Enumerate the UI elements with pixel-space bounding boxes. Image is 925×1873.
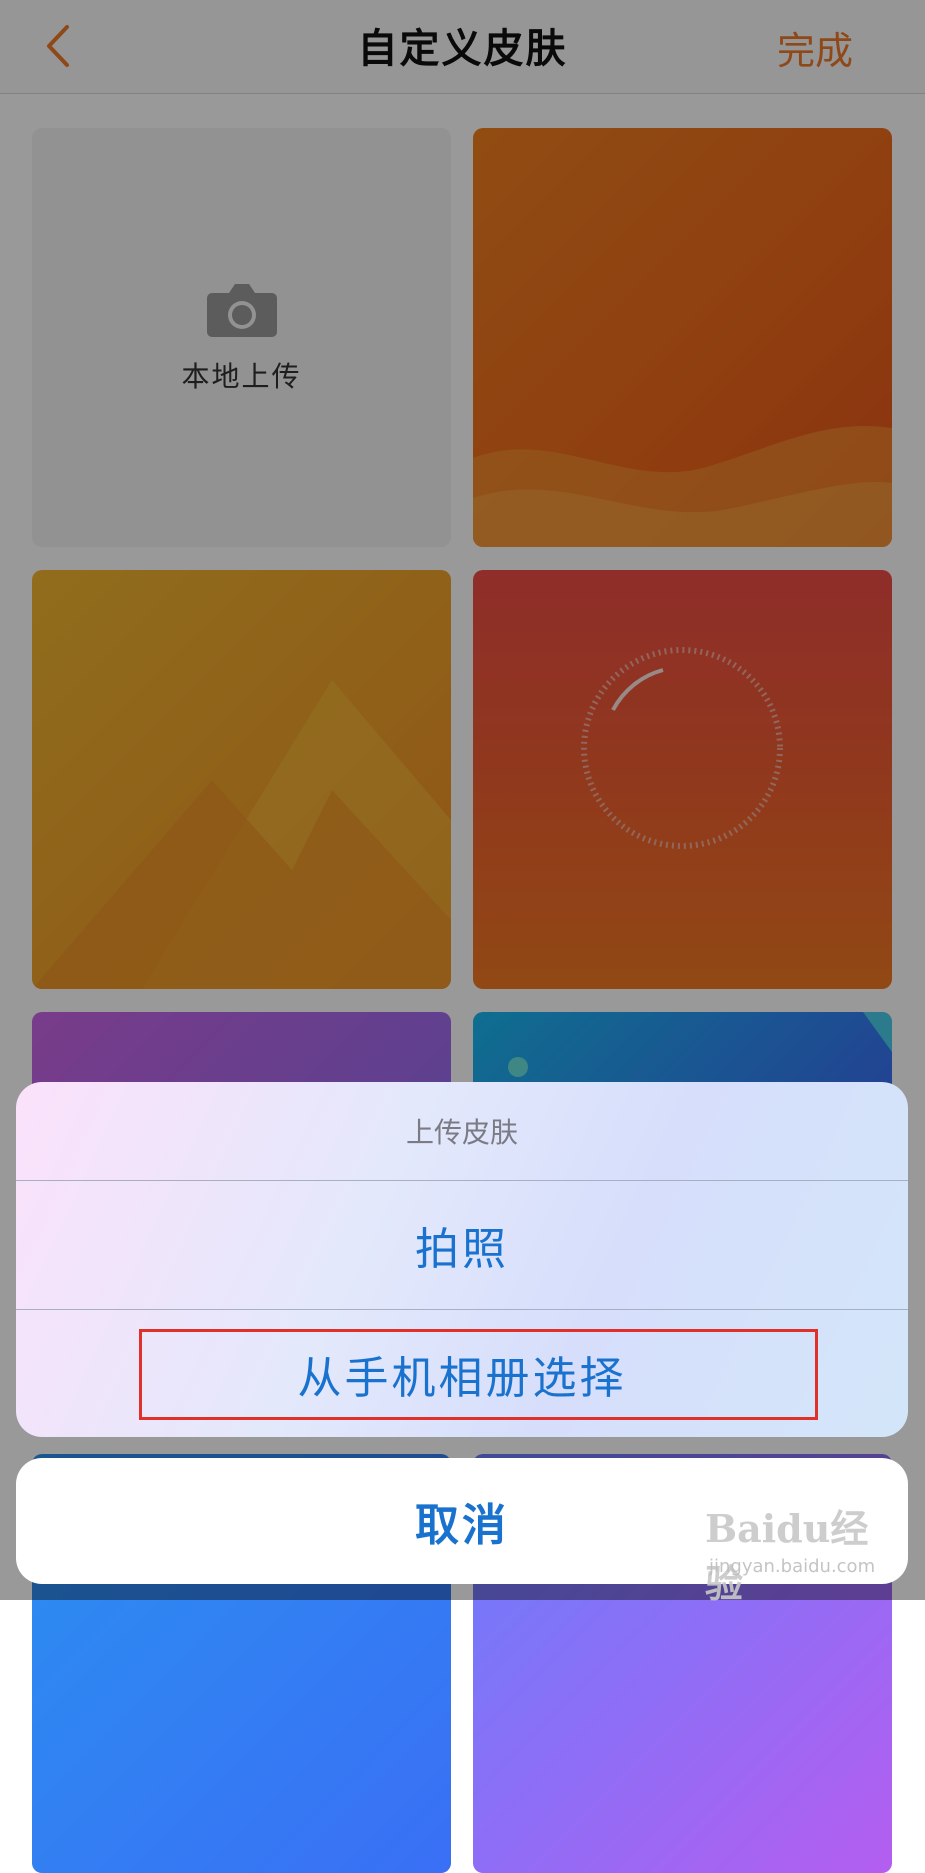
action-sheet-title: 上传皮肤 (16, 1082, 908, 1181)
cancel-button[interactable]: 取消 (16, 1458, 908, 1584)
take-photo-option[interactable]: 拍照 (16, 1181, 908, 1309)
action-sheet: 上传皮肤 拍照 从手机相册选择 (16, 1082, 908, 1437)
choose-from-album-option[interactable]: 从手机相册选择 (16, 1309, 908, 1437)
